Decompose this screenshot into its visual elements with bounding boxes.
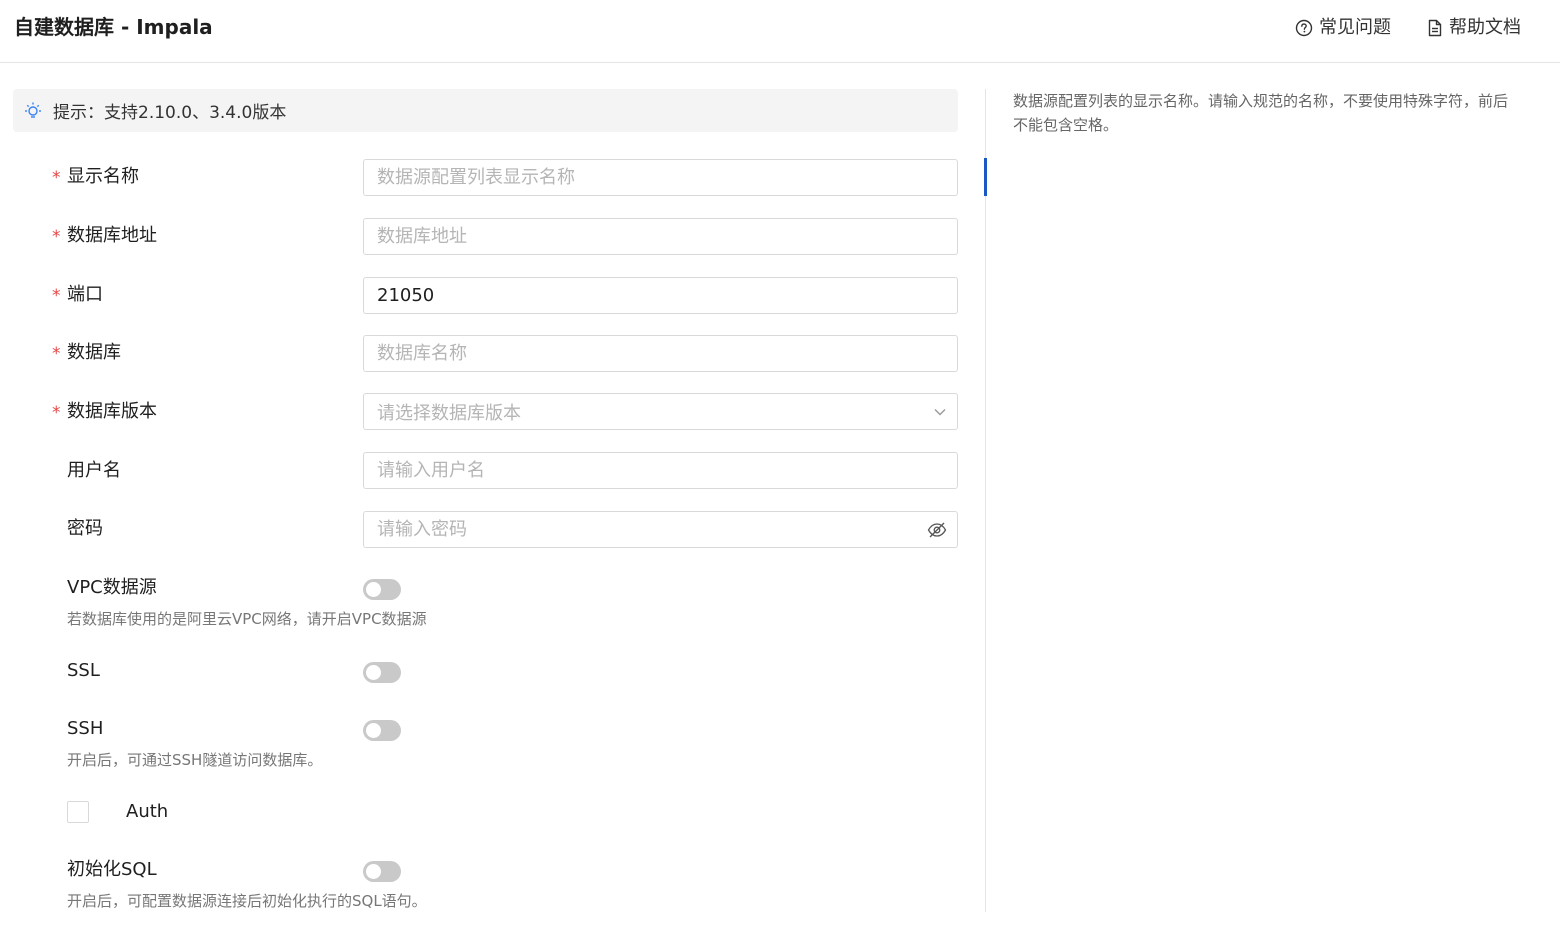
db-version-placeholder: 请选择数据库版本 bbox=[377, 402, 521, 424]
db-address-label: 数据库地址 bbox=[67, 225, 157, 246]
docs-label: 帮助文档 bbox=[1449, 17, 1521, 38]
init-sql-hint: 开启后，可配置数据源连接后初始化执行的SQL语句。 bbox=[67, 892, 427, 910]
tip-banner: 提示：支持2.10.0、3.4.0版本 bbox=[13, 89, 958, 132]
init-sql-label: 初始化SQL bbox=[67, 859, 157, 880]
ssl-label: SSL bbox=[67, 660, 100, 681]
side-panel-divider bbox=[985, 89, 986, 912]
chevron-down-icon bbox=[933, 405, 947, 419]
lightbulb-icon bbox=[25, 102, 41, 118]
page-title: 自建数据库 - Impala bbox=[14, 15, 213, 39]
side-panel-active-indicator bbox=[984, 158, 987, 196]
init-sql-switch[interactable] bbox=[363, 861, 401, 882]
vpc-switch[interactable] bbox=[363, 579, 401, 600]
required-mark: * bbox=[52, 403, 61, 423]
document-icon bbox=[1428, 19, 1442, 37]
db-version-select[interactable]: 请选择数据库版本 bbox=[363, 393, 958, 430]
page-header: 自建数据库 - Impala 常见问题 帮助文档 bbox=[0, 0, 1560, 63]
required-mark: * bbox=[52, 286, 61, 306]
ssh-hint: 开启后，可通过SSH隧道访问数据库。 bbox=[67, 751, 323, 769]
username-input[interactable] bbox=[364, 453, 957, 488]
vpc-label: VPC数据源 bbox=[67, 577, 157, 598]
password-label: 密码 bbox=[67, 518, 103, 539]
faq-link[interactable]: 常见问题 bbox=[1295, 15, 1391, 41]
display-name-field bbox=[363, 159, 958, 196]
eye-slash-icon[interactable] bbox=[927, 522, 947, 538]
ssl-switch[interactable] bbox=[363, 662, 401, 683]
question-circle-icon bbox=[1295, 19, 1313, 37]
password-input[interactable] bbox=[364, 512, 957, 547]
password-field bbox=[363, 511, 958, 548]
ssh-label: SSH bbox=[67, 718, 104, 739]
username-label: 用户名 bbox=[67, 460, 121, 481]
port-label: 端口 bbox=[67, 284, 103, 305]
required-mark: * bbox=[52, 227, 61, 247]
display-name-label: 显示名称 bbox=[67, 166, 139, 187]
port-input[interactable] bbox=[364, 278, 957, 313]
database-field bbox=[363, 335, 958, 372]
auth-label: Auth bbox=[126, 801, 169, 822]
tip-text: 提示：支持2.10.0、3.4.0版本 bbox=[53, 103, 287, 123]
database-label: 数据库 bbox=[67, 342, 121, 363]
required-mark: * bbox=[52, 344, 61, 364]
db-address-input[interactable] bbox=[364, 219, 957, 254]
docs-link[interactable]: 帮助文档 bbox=[1427, 15, 1521, 41]
database-input[interactable] bbox=[364, 336, 957, 371]
db-version-label: 数据库版本 bbox=[67, 401, 157, 422]
required-mark: * bbox=[52, 168, 61, 188]
ssh-switch[interactable] bbox=[363, 720, 401, 741]
faq-label: 常见问题 bbox=[1319, 17, 1391, 38]
username-field bbox=[363, 452, 958, 489]
display-name-input[interactable] bbox=[364, 160, 957, 195]
auth-checkbox[interactable] bbox=[67, 801, 89, 823]
port-field bbox=[363, 277, 958, 314]
db-address-field bbox=[363, 218, 958, 255]
side-help-text: 数据源配置列表的显示名称。请输入规范的名称，不要使用特殊字符，前后不能包含空格。 bbox=[1013, 92, 1509, 134]
vpc-hint: 若数据库使用的是阿里云VPC网络，请开启VPC数据源 bbox=[67, 610, 427, 628]
